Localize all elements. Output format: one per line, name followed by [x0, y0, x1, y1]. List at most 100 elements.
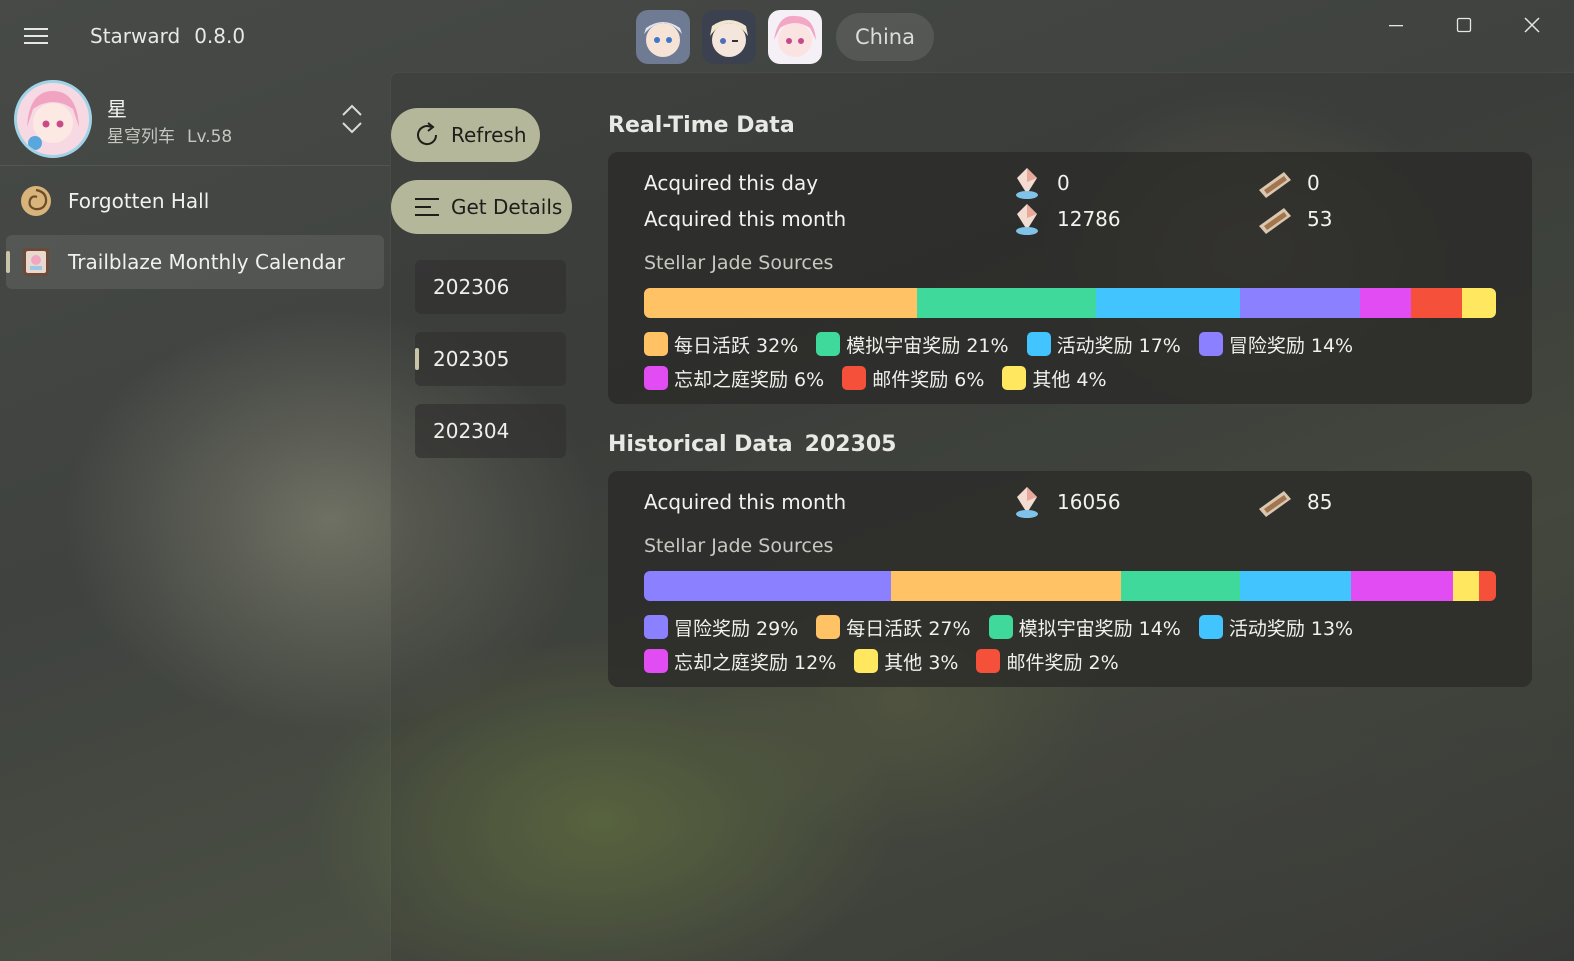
app-title: Starward 0.8.0 [90, 24, 259, 48]
get-details-button[interactable]: Get Details [391, 180, 572, 234]
legend-item: 忘却之庭奖励 6% [644, 364, 824, 392]
legend-label: 模拟宇宙奖励 14% [1018, 617, 1181, 640]
legend-item: 每日活跃 32% [644, 330, 798, 358]
sources-label: Stellar Jade Sources [644, 535, 834, 557]
month-jade-value: 16056 [1057, 490, 1121, 514]
hamburger-menu-icon[interactable] [14, 18, 58, 54]
game-avatar-genshin[interactable] [636, 10, 690, 64]
bar-segment [1121, 571, 1241, 601]
nav-item-forgotten-hall[interactable]: Forgotten Hall [6, 174, 384, 228]
day-label: Acquired this day [644, 171, 819, 195]
legend-label: 活动奖励 17% [1056, 334, 1181, 357]
historical-month: 202305 [804, 432, 897, 457]
day-jade-value: 0 [1057, 171, 1070, 195]
selection-indicator [415, 348, 419, 370]
legend-item: 其他 3% [854, 647, 958, 675]
month-label: Acquired this month [644, 207, 847, 231]
legend-label: 其他 3% [884, 651, 959, 674]
legend-swatch [644, 649, 668, 673]
realtime-title: Real-Time Data [608, 113, 795, 138]
bar-segment [891, 571, 1122, 601]
legend-item: 模拟宇宙奖励 21% [816, 330, 1009, 358]
nav-item-trailblaze-calendar[interactable]: Trailblaze Monthly Calendar [6, 235, 384, 289]
nav-item-label: Forgotten Hall [68, 189, 210, 213]
get-details-label: Get Details [451, 195, 563, 219]
legend-swatch [816, 615, 841, 639]
legend-swatch [1198, 615, 1223, 639]
legend-label: 模拟宇宙奖励 21% [846, 334, 1009, 357]
legend-label: 忘却之庭奖励 6% [674, 368, 825, 391]
legend-swatch [976, 649, 1001, 673]
month-label: 202306 [433, 275, 510, 299]
legend-item: 活动奖励 17% [1026, 330, 1181, 358]
legend-item: 活动奖励 13% [1198, 613, 1354, 641]
bar-segment [644, 571, 892, 601]
legend-swatch [842, 366, 867, 390]
refresh-label: Refresh [451, 123, 527, 147]
server-selector[interactable]: China [836, 13, 934, 61]
legend-label: 冒险奖励 14% [1228, 334, 1354, 357]
realtime-card: Acquired this day 0 0 Acquired this mont… [608, 152, 1532, 404]
day-pass-value: 0 [1307, 171, 1320, 195]
maximize-icon[interactable] [1442, 10, 1486, 40]
close-icon[interactable] [1510, 10, 1554, 40]
month-pass-value: 85 [1307, 490, 1333, 514]
legend-swatch [816, 332, 841, 356]
legend-label: 冒险奖励 29% [674, 617, 799, 640]
game-avatar-honkai3[interactable] [702, 10, 756, 64]
bar-segment [916, 288, 1096, 318]
legend-item: 邮件奖励 6% [842, 364, 984, 392]
bar-segment [1240, 288, 1360, 318]
rail-pass-icon [1256, 204, 1294, 236]
legend-label: 每日活跃 32% [674, 334, 799, 357]
legend-label: 其他 4% [1032, 368, 1107, 391]
details-list-icon [413, 193, 441, 221]
sources-label: Stellar Jade Sources [644, 252, 834, 274]
bar-segment [1478, 571, 1496, 601]
refresh-icon [413, 121, 441, 149]
navigation-pane: 星 星穹列车 Lv.58 Forgotten Hall Trailblaze M… [0, 72, 390, 961]
account-game: 星穹列车 [107, 127, 175, 147]
bar-segment [1359, 288, 1411, 318]
stellar-jade-icon [1012, 202, 1042, 236]
month-item-202305[interactable]: 202305 [415, 332, 566, 386]
account-info: 星穹列车 Lv.58 [107, 122, 244, 147]
month-jade-value: 12786 [1057, 207, 1121, 231]
bar-segment [1095, 288, 1241, 318]
legend-swatch [644, 366, 668, 390]
calendar-icon [20, 246, 52, 278]
month-item-202306[interactable]: 202306 [415, 260, 566, 314]
sources-stacked-bar [644, 288, 1496, 318]
avatar [14, 80, 92, 158]
legend-label: 邮件奖励 2% [1006, 651, 1119, 674]
legend-label: 忘却之庭奖励 12% [674, 651, 837, 674]
account-level: Lv.58 [187, 127, 233, 147]
historical-title: Historical Data 202305 [608, 432, 909, 457]
legend-swatch [644, 332, 668, 356]
legend-item: 模拟宇宙奖励 14% [988, 613, 1181, 641]
minimize-icon[interactable] [1374, 10, 1418, 40]
legend-swatch [1002, 366, 1027, 390]
historical-card: Acquired this month 16056 85 Stellar Jad… [608, 471, 1532, 687]
bar-segment [1410, 288, 1462, 318]
account-switch-chevron-icon[interactable] [336, 102, 368, 136]
account-name: 星 [107, 97, 127, 121]
selection-indicator [6, 251, 10, 273]
sources-stacked-bar [644, 571, 1496, 601]
month-label: 202305 [433, 347, 510, 371]
month-label: Acquired this month [644, 490, 847, 514]
legend-label: 邮件奖励 6% [872, 368, 985, 391]
title-bar: Starward 0.8.0 China [0, 0, 1574, 72]
legend-swatch [988, 615, 1013, 639]
stellar-jade-icon [1012, 166, 1042, 200]
refresh-button[interactable]: Refresh [391, 108, 540, 162]
legend-item: 忘却之庭奖励 12% [644, 647, 836, 675]
legend-swatch [854, 649, 879, 673]
stellar-jade-icon [1012, 485, 1042, 519]
sources-legend: 冒险奖励 29% 每日活跃 27% 模拟宇宙奖励 14% 活动奖励 13% 忘却之庭奖励… [644, 613, 1504, 675]
historical-title-text: Historical Data [608, 432, 793, 457]
game-avatar-starrail[interactable] [768, 10, 822, 64]
month-item-202304[interactable]: 202304 [415, 404, 566, 458]
legend-label: 活动奖励 13% [1228, 617, 1354, 640]
app-version: 0.8.0 [194, 24, 246, 48]
